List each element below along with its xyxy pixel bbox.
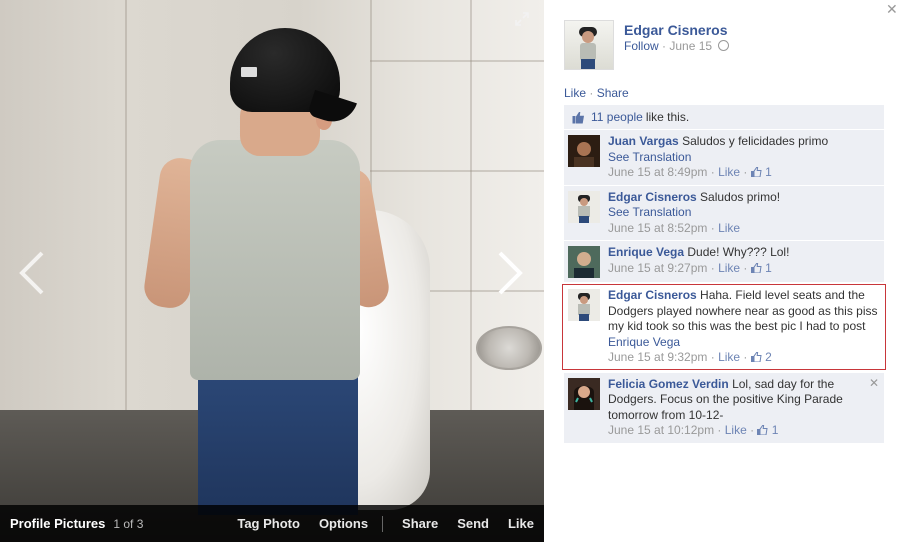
likes-suffix: like this. xyxy=(645,110,690,124)
album-name-link[interactable]: Profile Pictures xyxy=(10,516,105,531)
comment-likes-count[interactable]: 2 xyxy=(750,350,772,364)
comment-meta: June 15 at 10:12pm · Like · 1 xyxy=(608,423,778,437)
comment-text: Dude! Why??? Lol! xyxy=(687,245,790,259)
comment-text: Saludos primo! xyxy=(700,189,781,204)
comment-item-highlighted: Edgar Cisneros Haha. Field level seats a… xyxy=(562,284,886,370)
mention-link[interactable]: Enrique Vega xyxy=(608,335,680,349)
comment-likes-count[interactable]: 1 xyxy=(750,260,772,275)
thumbs-up-icon xyxy=(750,352,762,362)
comment-item: Edgar Cisneros Saludos primo! See Transl… xyxy=(564,184,884,240)
thumbs-up-icon xyxy=(750,167,762,177)
comment-item: Juan Vargas Saludos y felicidades primo … xyxy=(564,129,884,185)
comment-meta: June 15 at 9:32pm · Like · 2 xyxy=(608,350,772,364)
divider xyxy=(382,515,384,532)
close-icon[interactable]: ✕ xyxy=(886,2,898,16)
photo-action-bar: Profile Pictures 1 of 3 Tag Photo Option… xyxy=(0,505,544,542)
commenter-avatar[interactable] xyxy=(568,190,600,223)
post-share-link[interactable]: Share xyxy=(597,86,629,100)
comment-timestamp[interactable]: June 15 at 8:52pm xyxy=(608,221,707,235)
commenter-avatar[interactable] xyxy=(568,377,600,410)
comment-like-link[interactable]: Like xyxy=(718,165,740,179)
expand-icon[interactable] xyxy=(514,11,530,27)
likes-number: 1 xyxy=(771,423,779,437)
see-translation-link[interactable]: See Translation xyxy=(608,205,691,219)
comment-like-link[interactable]: Like xyxy=(718,261,740,275)
chevron-right-icon[interactable] xyxy=(494,250,526,296)
separator: · xyxy=(586,86,597,100)
globe-icon[interactable] xyxy=(718,40,730,51)
comments-feed: 11 people like this. Juan Vargas Saludos… xyxy=(562,105,886,443)
tag-photo-button[interactable]: Tag Photo xyxy=(237,516,300,531)
likes-number: 1 xyxy=(765,260,772,275)
comment-item: Enrique Vega Dude! Why??? Lol! June 15 a… xyxy=(564,240,884,282)
floor-drain xyxy=(476,326,542,370)
commenter-name-link[interactable]: Edgar Cisneros xyxy=(608,288,697,302)
author-name-link[interactable]: Edgar Cisneros xyxy=(624,22,727,38)
wall-tile-line xyxy=(470,0,472,420)
separator: · xyxy=(714,423,725,437)
options-button[interactable]: Options xyxy=(319,516,368,531)
send-button[interactable]: Send xyxy=(457,516,489,531)
comment-text: Saludos y felicidades primo xyxy=(682,134,829,148)
comment-item: Felicia Gomez Verdin Lol, sad day for th… xyxy=(564,371,884,443)
thumbs-up-icon xyxy=(572,111,584,123)
comment-like-link[interactable]: Like xyxy=(718,350,740,364)
photo-actions: Tag Photo Options Share Send Like xyxy=(218,515,534,532)
separator: · xyxy=(658,39,670,53)
commenter-avatar[interactable] xyxy=(568,246,600,278)
commenter-name-link[interactable]: Felicia Gomez Verdin xyxy=(608,377,729,391)
commenter-avatar[interactable] xyxy=(568,289,600,321)
comment-meta: June 15 at 9:27pm · Like · 1 xyxy=(608,261,772,275)
comment-timestamp[interactable]: June 15 at 10:12pm xyxy=(608,423,714,437)
commenter-name-link[interactable]: Edgar Cisneros xyxy=(608,190,697,204)
post-meta: Follow · June 15 xyxy=(624,39,730,53)
post-actions: Like · Share xyxy=(564,86,629,100)
comment-meta: June 15 at 8:52pm · Like xyxy=(608,221,740,235)
comment-timestamp[interactable]: June 15 at 8:49pm xyxy=(608,165,707,179)
comment-like-link[interactable]: Like xyxy=(725,423,747,437)
wall-tile-line xyxy=(125,0,127,420)
likes-count-link[interactable]: 11 people xyxy=(591,110,643,124)
see-translation-link[interactable]: See Translation xyxy=(608,150,691,164)
wall-tile-line xyxy=(370,60,544,62)
likes-summary: 11 people like this. xyxy=(564,105,884,129)
separator: · xyxy=(707,220,719,235)
comment-likes-count[interactable]: 1 xyxy=(750,165,772,179)
chevron-left-icon[interactable] xyxy=(16,250,48,296)
comment-timestamp[interactable]: June 15 at 9:27pm xyxy=(608,261,707,275)
photo-count: 1 of 3 xyxy=(113,516,144,531)
commenter-name-link[interactable]: Enrique Vega xyxy=(608,245,684,259)
comment-likes-count[interactable]: 1 xyxy=(757,423,778,437)
separator: · xyxy=(740,165,751,179)
remove-comment-icon[interactable]: ✕ xyxy=(869,376,879,390)
commenter-name-link[interactable]: Juan Vargas xyxy=(608,134,679,148)
like-button[interactable]: Like xyxy=(508,516,534,531)
separator: · xyxy=(740,350,751,364)
comment-timestamp[interactable]: June 15 at 9:32pm xyxy=(608,350,707,364)
separator: · xyxy=(707,165,719,179)
thumbs-up-icon xyxy=(750,262,762,273)
separator: · xyxy=(746,423,758,437)
comment-like-link[interactable]: Like xyxy=(718,221,740,235)
photo-side-panel: ✕ Edgar Cisneros Follow · June 15 Like ·… xyxy=(544,0,902,542)
separator: · xyxy=(740,260,751,275)
likes-number: 2 xyxy=(765,350,772,364)
post-like-link[interactable]: Like xyxy=(564,86,586,100)
post-date[interactable]: June 15 xyxy=(669,39,712,53)
thumbs-up-icon xyxy=(757,425,769,435)
photo-viewer[interactable]: Profile Pictures 1 of 3 Tag Photo Option… xyxy=(0,0,544,542)
share-button[interactable]: Share xyxy=(402,516,438,531)
wall-tile-line xyxy=(370,170,544,172)
separator: · xyxy=(707,260,719,275)
comment-meta: June 15 at 8:49pm · Like · 1 xyxy=(608,165,772,179)
boy-tank-top xyxy=(190,140,360,380)
commenter-avatar[interactable] xyxy=(568,135,600,167)
follow-link[interactable]: Follow xyxy=(624,39,659,53)
author-avatar[interactable] xyxy=(564,20,614,70)
separator: · xyxy=(707,350,719,364)
likes-number: 1 xyxy=(765,165,772,179)
cap-logo xyxy=(241,67,257,77)
